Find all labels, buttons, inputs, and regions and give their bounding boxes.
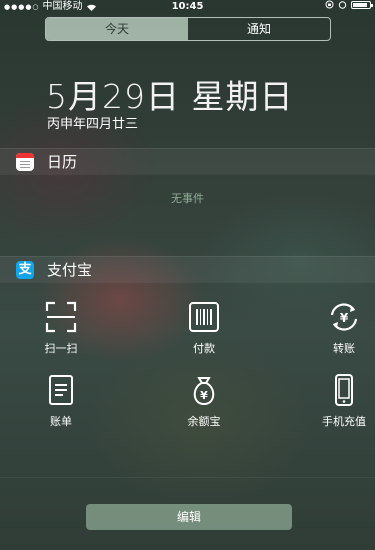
today-notification-segment: 今天 通知 (45, 17, 331, 41)
alipay-transfer-label: 转账 (333, 342, 355, 355)
svg-text:¥: ¥ (200, 389, 208, 402)
alipay-pay-button[interactable]: 付款 (174, 300, 234, 356)
alipay-transfer-button[interactable]: ¥ 转账 (314, 300, 374, 356)
alipay-scan-label: 扫一扫 (44, 342, 78, 355)
alipay-icon: 支 (16, 261, 34, 279)
tab-today[interactable]: 今天 (46, 18, 188, 40)
phone-icon (327, 373, 361, 407)
alipay-widget-header[interactable]: 支 支付宝 (0, 256, 375, 283)
barcode-icon (187, 300, 221, 334)
calendar-widget-title: 日历 (47, 153, 78, 171)
alipay-bill-button[interactable]: 账单 (31, 373, 91, 429)
lock-rotation-icon (325, 0, 334, 9)
scan-icon (44, 300, 78, 334)
alipay-yuebao-label: 余额宝 (187, 415, 221, 428)
alipay-widget-title: 支付宝 (47, 261, 93, 279)
transfer-icon: ¥ (327, 300, 361, 334)
status-right (325, 0, 373, 9)
status-time: 10:45 (171, 1, 204, 12)
alipay-topup-label: 手机充值 (322, 415, 366, 428)
money-bag-icon: ¥ (187, 373, 221, 407)
tab-notifications[interactable]: 通知 (188, 18, 330, 40)
calendar-widget-header[interactable]: 日历 (0, 148, 375, 175)
lunar-date: 丙申年四月廿三 (47, 117, 139, 132)
bill-icon (44, 373, 78, 407)
status-bar: ●●●●○ 中国移动 10:45 (0, 0, 375, 14)
alarm-icon (338, 1, 347, 9)
alipay-topup-button[interactable]: 手机充值 (314, 373, 374, 429)
divider (0, 477, 375, 478)
alipay-scan-button[interactable]: 扫一扫 (31, 300, 91, 356)
date-title: 5月29日 星期日 (46, 77, 294, 116)
alipay-bill-label: 账单 (50, 415, 72, 428)
svg-text:¥: ¥ (340, 311, 349, 325)
calendar-empty-text: 无事件 (171, 192, 204, 205)
calendar-icon (16, 153, 34, 171)
edit-button[interactable]: 编辑 (86, 504, 292, 530)
alipay-pay-label: 付款 (193, 342, 215, 355)
battery-icon (351, 0, 373, 9)
alipay-yuebao-button[interactable]: ¥ 余额宝 (174, 373, 234, 429)
